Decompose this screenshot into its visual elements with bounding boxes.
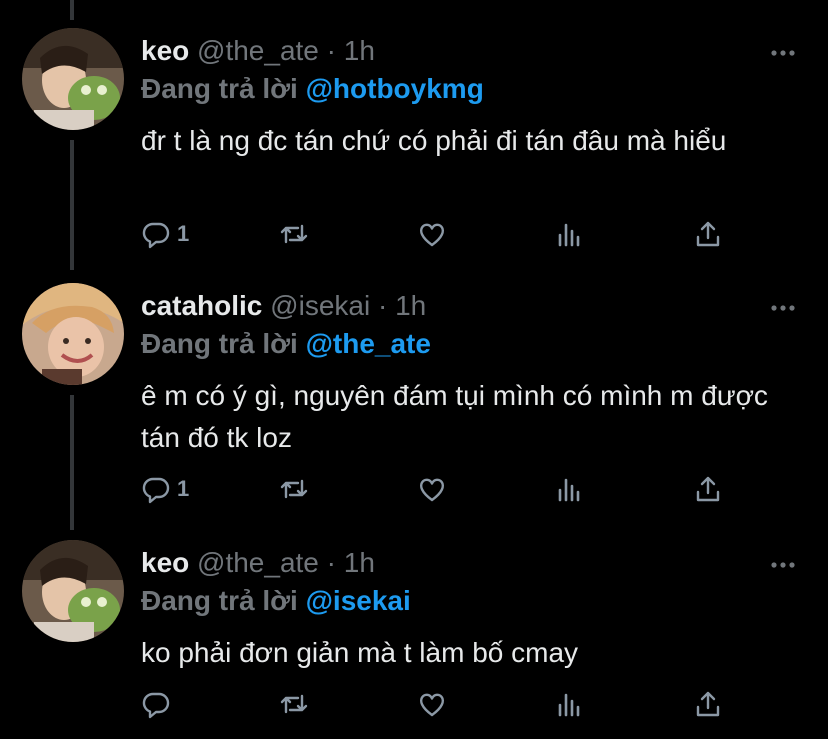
more-icon[interactable] <box>768 550 798 580</box>
views-button[interactable] <box>555 214 585 254</box>
avatar-photo-icon <box>22 28 124 130</box>
retweet-icon <box>280 224 308 244</box>
like-button[interactable] <box>417 214 447 254</box>
reply-thread: keo @the_ate · 1h Đang trả lời @hotboykm… <box>0 0 828 739</box>
username[interactable]: @the_ate <box>197 35 319 66</box>
username[interactable]: @isekai <box>270 290 370 321</box>
retweet-icon <box>280 694 308 714</box>
thread-connector <box>70 140 74 270</box>
separator-dot: · <box>326 547 336 578</box>
timestamp[interactable]: 1h <box>395 290 426 321</box>
action-bar <box>141 684 741 724</box>
display-name[interactable]: keo <box>141 35 189 66</box>
thread-connector <box>70 0 74 20</box>
mention-link[interactable]: @isekai <box>306 585 411 616</box>
reply-count: 1 <box>177 221 190 246</box>
separator-dot: · <box>326 35 336 66</box>
separator-dot: · <box>377 290 388 321</box>
thread-connector <box>70 395 74 530</box>
share-button[interactable] <box>693 469 723 509</box>
share-icon <box>696 476 720 502</box>
views-icon <box>558 223 580 247</box>
tweet-header: cataholic @isekai · 1h <box>141 289 426 323</box>
views-icon <box>558 478 580 502</box>
avatar[interactable] <box>22 540 124 642</box>
username[interactable]: @the_ate <box>197 547 319 578</box>
avatar-photo-icon <box>22 283 124 385</box>
replying-to-line: Đang trả lời @isekai <box>141 584 411 618</box>
timestamp[interactable]: 1h <box>344 547 375 578</box>
share-button[interactable] <box>693 214 723 254</box>
display-name[interactable]: cataholic <box>141 290 262 321</box>
timestamp[interactable]: 1h <box>344 35 375 66</box>
reply-button[interactable]: 1 <box>141 214 189 254</box>
reply-count: 1 <box>177 476 190 501</box>
heart-icon <box>419 223 445 247</box>
retweet-icon <box>280 479 308 499</box>
replying-to-line: Đang trả lời @the_ate <box>141 327 431 361</box>
avatar[interactable] <box>22 283 124 385</box>
display-name[interactable]: keo <box>141 547 189 578</box>
views-button[interactable] <box>555 684 585 724</box>
retweet-button[interactable] <box>279 214 309 254</box>
reply-button[interactable] <box>141 684 177 724</box>
action-bar: 1 <box>141 469 741 509</box>
replying-to-line: Đang trả lời @hotboykmg <box>141 72 484 106</box>
like-button[interactable] <box>417 469 447 509</box>
mention-link[interactable]: @the_ate <box>306 328 431 359</box>
tweet-text: ko phải đơn giản mà t làm bố cmay <box>141 637 579 668</box>
action-bar: 1 <box>141 214 741 254</box>
heart-icon <box>419 478 445 502</box>
more-icon[interactable] <box>768 293 798 323</box>
avatar[interactable] <box>22 28 124 130</box>
share-icon <box>696 221 720 247</box>
replying-prefix: Đang trả lời <box>141 328 306 359</box>
like-button[interactable] <box>417 684 447 724</box>
tweet-header: keo @the_ate · 1h <box>141 34 375 68</box>
views-icon <box>558 693 580 717</box>
share-button[interactable] <box>693 684 723 724</box>
share-icon <box>696 691 720 717</box>
replying-prefix: Đang trả lời <box>141 585 306 616</box>
reply-button[interactable]: 1 <box>141 469 189 509</box>
heart-icon <box>419 693 445 717</box>
tweet-text: ê m có ý gì, nguyên đám tụi mình có mình… <box>141 380 768 453</box>
reply-icon <box>142 692 170 719</box>
reply-icon <box>142 477 170 504</box>
avatar-photo-icon <box>22 540 124 642</box>
more-icon[interactable] <box>768 38 798 68</box>
retweet-button[interactable] <box>279 684 309 724</box>
reply-icon <box>142 222 170 249</box>
tweet-header: keo @the_ate · 1h <box>141 546 375 580</box>
mention-link[interactable]: @hotboykmg <box>306 73 484 104</box>
retweet-button[interactable] <box>279 469 309 509</box>
views-button[interactable] <box>555 469 585 509</box>
replying-prefix: Đang trả lời <box>141 73 306 104</box>
tweet-text: đr t là ng đc tán chứ có phải đi tán đâu… <box>141 125 727 156</box>
